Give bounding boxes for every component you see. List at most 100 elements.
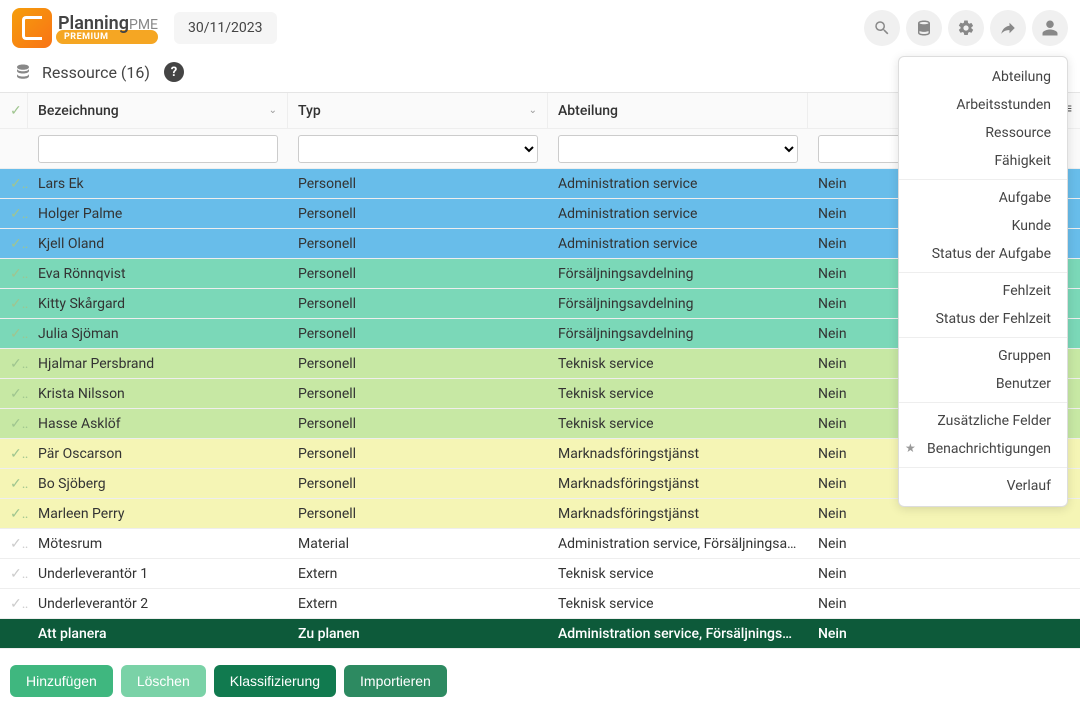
cell-dept: Försäljningsavdelning bbox=[548, 266, 808, 282]
filter-name-input[interactable] bbox=[38, 135, 278, 163]
table-row[interactable]: ✓ Underleverantör 1 Extern Teknisk servi… bbox=[0, 559, 1080, 589]
add-button[interactable]: Hinzufügen bbox=[10, 665, 113, 697]
topbar: PlanningPME PREMIUM 30/11/2023 bbox=[0, 0, 1080, 56]
cell-dept: Teknisk service bbox=[548, 356, 808, 372]
cell-type: Material bbox=[288, 536, 548, 552]
cell-type: Zu planen bbox=[288, 626, 548, 642]
table-row[interactable]: ✓ Att planera Zu planen Administration s… bbox=[0, 619, 1080, 649]
menu-item-notifications[interactable]: Benachrichtigungen bbox=[899, 435, 1067, 463]
menu-item[interactable]: Kunde bbox=[899, 212, 1067, 240]
cell-name: Julia Sjöman bbox=[28, 326, 288, 342]
row-check[interactable]: ✓ bbox=[0, 566, 28, 582]
cell-type: Extern bbox=[288, 596, 548, 612]
cell-type: Personell bbox=[288, 416, 548, 432]
cell-name: Krista Nilsson bbox=[28, 386, 288, 402]
cell-dept: Teknisk service bbox=[548, 416, 808, 432]
logo-icon bbox=[12, 8, 52, 48]
search-icon[interactable] bbox=[864, 10, 900, 46]
database-icon[interactable] bbox=[906, 10, 942, 46]
footer-actions: Hinzufügen Löschen Klassifizierung Impor… bbox=[0, 649, 1080, 713]
cell-type: Personell bbox=[288, 356, 548, 372]
classify-button[interactable]: Klassifizierung bbox=[214, 665, 336, 697]
table-row[interactable]: ✓ Underleverantör 2 Extern Teknisk servi… bbox=[0, 589, 1080, 619]
cell-type: Personell bbox=[288, 236, 548, 252]
cell-type: Personell bbox=[288, 296, 548, 312]
cell-flag: Nein bbox=[808, 506, 1068, 522]
row-check[interactable]: ✓ bbox=[0, 356, 28, 372]
row-check[interactable]: ✓ bbox=[0, 266, 28, 282]
cell-type: Personell bbox=[288, 446, 548, 462]
cell-type: Personell bbox=[288, 326, 548, 342]
cell-flag: Nein bbox=[808, 566, 1068, 582]
date-picker[interactable]: 30/11/2023 bbox=[174, 12, 277, 44]
menu-item[interactable]: Gruppen bbox=[899, 342, 1067, 370]
menu-item[interactable]: Fähigkeit bbox=[899, 147, 1067, 175]
row-check[interactable]: ✓ bbox=[0, 596, 28, 612]
cell-name: Mötesrum bbox=[28, 536, 288, 552]
cell-name: Hasse Asklöf bbox=[28, 416, 288, 432]
cell-dept: Marknadsföringstjänst bbox=[548, 476, 808, 492]
row-check[interactable]: ✓ bbox=[0, 626, 28, 642]
row-check[interactable]: ✓ bbox=[0, 296, 28, 312]
cell-dept: Administration service, Försäljningsav… bbox=[548, 536, 808, 552]
row-check[interactable]: ✓ bbox=[0, 476, 28, 492]
cell-dept: Administration service bbox=[548, 176, 808, 192]
row-check[interactable]: ✓ bbox=[0, 386, 28, 402]
cell-dept: Försäljningsavdelning bbox=[548, 296, 808, 312]
cell-dept: Administration service, Försäljningsav… bbox=[548, 626, 808, 642]
menu-item[interactable]: Status der Aufgabe bbox=[899, 240, 1067, 268]
cell-type: Extern bbox=[288, 566, 548, 582]
col-dept[interactable]: Abteilung bbox=[548, 93, 808, 128]
row-check[interactable]: ✓ bbox=[0, 206, 28, 222]
row-check[interactable]: ✓ bbox=[0, 326, 28, 342]
cell-name: Hjalmar Persbrand bbox=[28, 356, 288, 372]
col-name[interactable]: Bezeichnung⌄ bbox=[28, 93, 288, 128]
col-type[interactable]: Typ⌄ bbox=[288, 93, 548, 128]
row-check[interactable]: ✓ bbox=[0, 506, 28, 522]
row-check[interactable]: ✓ bbox=[0, 236, 28, 252]
import-button[interactable]: Importieren bbox=[344, 665, 447, 697]
cell-name: Marleen Perry bbox=[28, 506, 288, 522]
cell-dept: Marknadsföringstjänst bbox=[548, 506, 808, 522]
row-check[interactable]: ✓ bbox=[0, 536, 28, 552]
menu-item[interactable]: Verlauf bbox=[899, 472, 1067, 500]
cell-dept: Teknisk service bbox=[548, 566, 808, 582]
filter-dept-select[interactable] bbox=[558, 135, 798, 163]
menu-item[interactable]: Zusätzliche Felder bbox=[899, 407, 1067, 435]
menu-item[interactable]: Status der Fehlzeit bbox=[899, 305, 1067, 333]
help-icon[interactable]: ? bbox=[164, 62, 184, 82]
gear-icon[interactable] bbox=[948, 10, 984, 46]
cell-name: Lars Ek bbox=[28, 176, 288, 192]
cell-type: Personell bbox=[288, 176, 548, 192]
cell-name: Kjell Oland bbox=[28, 236, 288, 252]
share-icon[interactable] bbox=[990, 10, 1026, 46]
settings-dropdown[interactable]: AbteilungArbeitsstundenRessourceFähigkei… bbox=[898, 56, 1068, 507]
cell-dept: Teknisk service bbox=[548, 386, 808, 402]
row-check[interactable]: ✓ bbox=[0, 416, 28, 432]
stack-icon bbox=[14, 63, 32, 81]
cell-name: Underleverantör 2 bbox=[28, 596, 288, 612]
filter-type-select[interactable] bbox=[298, 135, 538, 163]
user-icon[interactable] bbox=[1032, 10, 1068, 46]
cell-dept: Teknisk service bbox=[548, 596, 808, 612]
cell-type: Personell bbox=[288, 206, 548, 222]
delete-button[interactable]: Löschen bbox=[121, 665, 206, 697]
menu-item[interactable]: Abteilung bbox=[899, 63, 1067, 91]
cell-name: Kitty Skårgard bbox=[28, 296, 288, 312]
table-row[interactable]: ✓ Mötesrum Material Administration servi… bbox=[0, 529, 1080, 559]
cell-name: Att planera bbox=[28, 626, 288, 642]
row-check[interactable]: ✓ bbox=[0, 446, 28, 462]
row-check[interactable]: ✓ bbox=[0, 176, 28, 192]
cell-type: Personell bbox=[288, 506, 548, 522]
menu-item[interactable]: Arbeitsstunden bbox=[899, 91, 1067, 119]
menu-item[interactable]: Aufgabe bbox=[899, 184, 1067, 212]
cell-name: Holger Palme bbox=[28, 206, 288, 222]
menu-item[interactable]: Ressource bbox=[899, 119, 1067, 147]
page-title: Ressource (16) bbox=[42, 63, 150, 82]
menu-item[interactable]: Fehlzeit bbox=[899, 277, 1067, 305]
brand-text: PlanningPME bbox=[58, 13, 158, 34]
menu-item[interactable]: Benutzer bbox=[899, 370, 1067, 398]
header-check[interactable]: ✓ bbox=[0, 93, 28, 128]
cell-dept: Administration service bbox=[548, 206, 808, 222]
cell-type: Personell bbox=[288, 266, 548, 282]
